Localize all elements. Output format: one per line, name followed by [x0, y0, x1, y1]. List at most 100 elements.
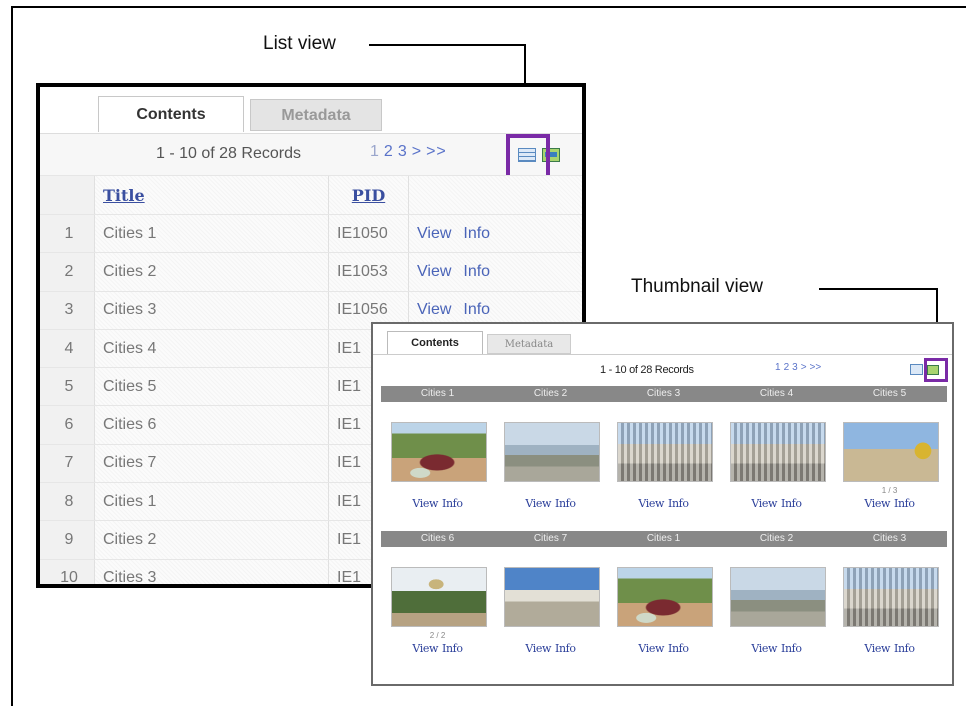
- thumbnail-links: View Info: [833, 642, 946, 655]
- last-page-link[interactable]: >>: [426, 143, 447, 160]
- page-link-1[interactable]: 1: [370, 143, 380, 160]
- page-link-2[interactable]: 2: [384, 143, 394, 160]
- row-title: Cities 1: [94, 215, 328, 253]
- thumbnail-image[interactable]: [504, 422, 600, 482]
- info-link[interactable]: Info: [668, 497, 689, 510]
- thumbnail-item: View Info: [720, 547, 833, 662]
- thumbnail-image[interactable]: [730, 422, 826, 482]
- info-link[interactable]: Info: [463, 225, 490, 243]
- thumbnail-links: View Info: [381, 642, 494, 655]
- thumbnail-title: Cities 1: [420, 388, 455, 399]
- page-links: 1 2 3 > >>: [370, 143, 451, 161]
- info-link[interactable]: Info: [555, 497, 576, 510]
- info-link[interactable]: Info: [463, 263, 490, 281]
- thumbnail-image[interactable]: [504, 567, 600, 627]
- row-number: 3: [40, 291, 94, 329]
- row-title: Cities 5: [94, 368, 328, 406]
- page-links: 1 2 3 > >>: [775, 362, 824, 373]
- thumbnail-title: Cities 3: [872, 533, 907, 544]
- page-link-1[interactable]: 1: [775, 362, 781, 373]
- thumbnail-image[interactable]: [391, 567, 487, 627]
- view-link[interactable]: View: [417, 301, 451, 319]
- record-count: 1 - 10 of 28 Records: [156, 145, 301, 162]
- pagination-bar: 1 - 10 of 28 Records 1 2 3 > >>: [373, 354, 952, 385]
- row-number: 10: [40, 559, 94, 584]
- thumbnail-view-highlight: [924, 358, 948, 382]
- thumbnail-links: View Info: [494, 497, 607, 510]
- info-link[interactable]: Info: [668, 642, 689, 655]
- view-link[interactable]: View: [638, 497, 664, 510]
- pid-column-header[interactable]: PID: [328, 176, 408, 214]
- view-link[interactable]: View: [864, 497, 890, 510]
- pagination-bar: 1 - 10 of 28 Records 1 2 3 > >>: [40, 133, 582, 180]
- view-link[interactable]: View: [525, 497, 551, 510]
- thumbnail-image[interactable]: [391, 422, 487, 482]
- info-link[interactable]: Info: [781, 497, 802, 510]
- last-page-link[interactable]: >>: [810, 362, 822, 373]
- thumbnail-image[interactable]: [843, 567, 939, 627]
- row-number: 5: [40, 368, 94, 406]
- row-pid: IE1053: [328, 253, 408, 291]
- info-link[interactable]: Info: [463, 301, 490, 319]
- tab-contents[interactable]: Contents: [387, 331, 483, 354]
- info-link[interactable]: Info: [781, 642, 802, 655]
- thumbnail-image[interactable]: [617, 422, 713, 482]
- view-link[interactable]: View: [751, 497, 777, 510]
- thumbnail-image[interactable]: [730, 567, 826, 627]
- thumbnail-image[interactable]: [617, 567, 713, 627]
- list-view-icon[interactable]: [910, 364, 923, 375]
- list-view-callout: List view: [263, 33, 336, 54]
- row-number: 9: [40, 521, 94, 559]
- row-title: Cities 3: [94, 291, 328, 329]
- thumbnail-item: View Info: [494, 402, 607, 517]
- list-view-highlight: [506, 134, 550, 180]
- view-link[interactable]: View: [412, 642, 438, 655]
- thumbnail-row: Cities 6 2 / 2 View Info Cities 7 View Info Cit…: [381, 531, 947, 671]
- page-link-3[interactable]: 3: [398, 143, 408, 160]
- info-link[interactable]: Info: [894, 497, 915, 510]
- thumbnail-item: 1 / 3 View Info: [833, 402, 946, 517]
- thumbnail-item: View Info: [720, 402, 833, 517]
- thumbnail-view-callout-line: [819, 288, 938, 290]
- thumbnail-row: Cities 1 View Info Cities 2 View Info Cities 3…: [381, 386, 947, 526]
- row-actions: View Info: [408, 215, 582, 253]
- image-counter: 1 / 3: [881, 486, 898, 495]
- actions-column-header: [408, 176, 582, 214]
- tab-bar: Contents Metadata: [373, 324, 952, 354]
- row-number: 2: [40, 253, 94, 291]
- thumbnail-links: View Info: [381, 497, 494, 510]
- tab-contents[interactable]: Contents: [98, 96, 244, 132]
- row-title: Cities 3: [94, 559, 328, 584]
- thumbnail-image[interactable]: [843, 422, 939, 482]
- view-link[interactable]: View: [417, 263, 451, 281]
- thumbnail-view-panel: Contents Metadata 1 - 10 of 28 Records 1…: [371, 322, 954, 686]
- info-link[interactable]: Info: [442, 642, 463, 655]
- row-title: Cities 6: [94, 406, 328, 444]
- view-link[interactable]: View: [751, 642, 777, 655]
- table-row: 2 Cities 2 IE1053 View Info: [40, 252, 582, 291]
- thumbnail-links: View Info: [720, 642, 833, 655]
- page-link-3[interactable]: 3: [792, 362, 798, 373]
- tab-metadata[interactable]: Metadata: [487, 334, 571, 354]
- view-link[interactable]: View: [417, 225, 451, 243]
- thumbnail-item: View Info: [494, 547, 607, 662]
- tab-metadata[interactable]: Metadata: [250, 99, 382, 131]
- next-page-link[interactable]: >: [412, 143, 422, 160]
- thumbnail-title: Cities 7: [533, 533, 568, 544]
- thumbnail-links: View Info: [494, 642, 607, 655]
- title-column-header[interactable]: Title: [94, 176, 328, 214]
- info-link[interactable]: Info: [442, 497, 463, 510]
- row-title: Cities 1: [94, 483, 328, 521]
- table-row: 1 Cities 1 IE1050 View Info: [40, 214, 582, 253]
- page-link-2[interactable]: 2: [784, 362, 790, 373]
- info-link[interactable]: Info: [894, 642, 915, 655]
- view-link[interactable]: View: [525, 642, 551, 655]
- next-page-link[interactable]: >: [801, 362, 807, 373]
- info-link[interactable]: Info: [555, 642, 576, 655]
- thumbnail-item: View Info: [607, 402, 720, 517]
- view-link[interactable]: View: [864, 642, 890, 655]
- view-link[interactable]: View: [638, 642, 664, 655]
- row-number: 4: [40, 329, 94, 368]
- image-counter: 2 / 2: [429, 631, 446, 640]
- view-link[interactable]: View: [412, 497, 438, 510]
